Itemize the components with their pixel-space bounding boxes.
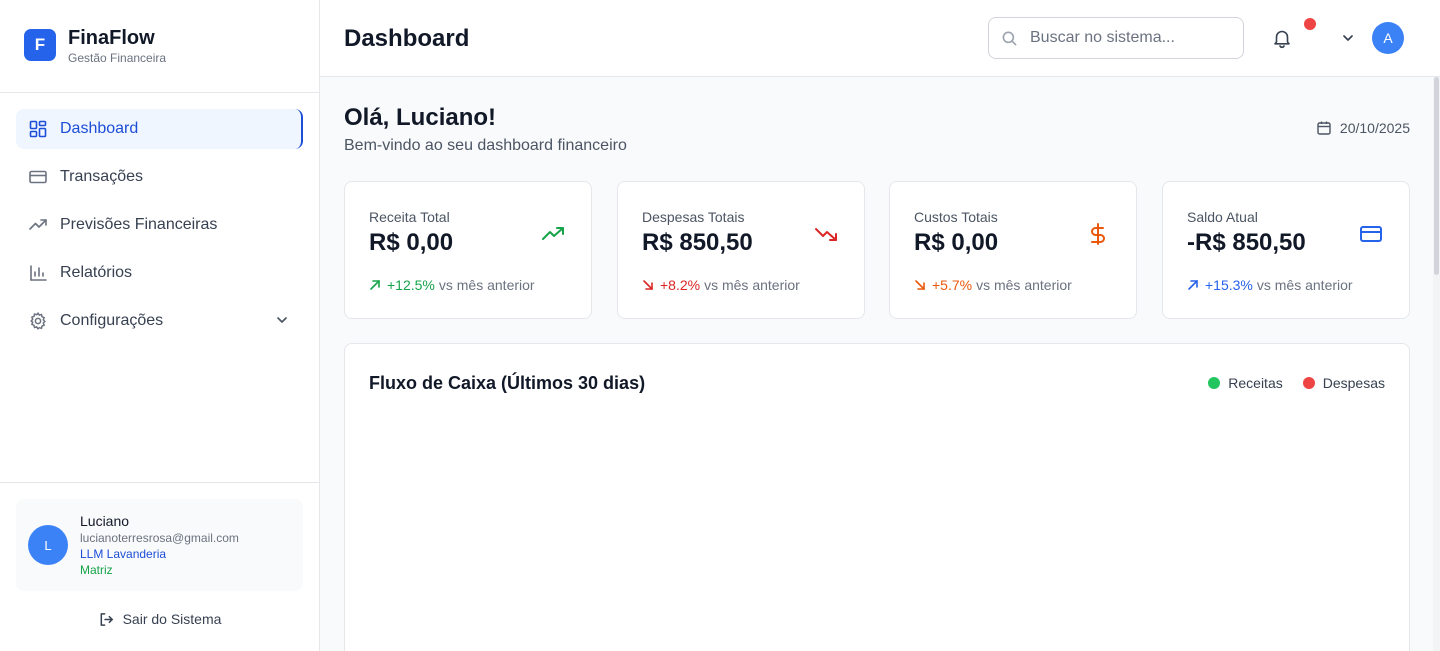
- logout-icon: [100, 612, 113, 626]
- sidebar: F FinaFlow Gestão Financeira Dashboard T…: [0, 0, 320, 651]
- notifications-button[interactable]: [1271, 27, 1293, 49]
- legend-dot: [1208, 377, 1221, 389]
- credit-card-icon: [1359, 222, 1383, 246]
- user-info: Luciano lucianoterresrosa@gmail.com LLM …: [80, 512, 239, 578]
- brand: F FinaFlow Gestão Financeira: [0, 0, 319, 93]
- sidebar-item-label: Previsões Financeiras: [60, 216, 218, 233]
- gear-icon: [28, 311, 48, 331]
- greeting-title: Olá, Luciano!: [344, 104, 497, 131]
- current-date: 20/10/2025: [1316, 120, 1410, 136]
- dollar-icon: [1086, 222, 1110, 246]
- chevron-down-icon: [275, 313, 289, 332]
- chevron-down-icon: [1343, 35, 1353, 41]
- user-branch: Matriz: [80, 563, 113, 577]
- stat-card-saldo: Saldo Atual -R$ 850,50 +15.3% vs mês ant…: [1162, 181, 1410, 319]
- brand-logo: F: [24, 29, 56, 61]
- bar-chart-icon: [28, 263, 48, 283]
- trend-percent: +5.7%: [932, 277, 973, 293]
- trend-suffix: vs mês anterior: [704, 277, 800, 293]
- arrow-up-right-icon: [1188, 280, 1198, 290]
- stat-trend: +12.5% vs mês anterior: [369, 277, 535, 293]
- user-card: L Luciano lucianoterresrosa@gmail.com LL…: [16, 499, 303, 591]
- sidebar-item-relatorios[interactable]: Relatórios: [16, 253, 303, 293]
- legend-label: Despesas: [1322, 375, 1385, 391]
- trend-suffix: vs mês anterior: [976, 277, 1072, 293]
- chart-legend: Receitas Despesas: [1188, 375, 1385, 391]
- dashboard-grid-icon: [28, 119, 48, 139]
- bell-icon: [1274, 30, 1290, 49]
- sidebar-item-label: Transações: [60, 168, 143, 185]
- trend-suffix: vs mês anterior: [438, 277, 535, 293]
- brand-subtitle: Gestão Financeira: [68, 50, 167, 65]
- stat-value: R$ 850,50: [642, 229, 753, 256]
- sidebar-item-label: Dashboard: [60, 120, 139, 137]
- logout-button[interactable]: Sair do Sistema: [16, 609, 303, 629]
- sidebar-item-label: Relatórios: [60, 264, 133, 281]
- main-scrollbar[interactable]: [1433, 77, 1440, 651]
- user-email: lucianoterresrosa@gmail.com: [80, 531, 239, 545]
- sidebar-item-configuracoes[interactable]: Configurações: [16, 301, 303, 341]
- stat-label: Receita Total: [369, 209, 450, 225]
- header: Dashboard A: [320, 0, 1440, 77]
- user-name: Luciano: [80, 513, 130, 529]
- stat-trend: +5.7% vs mês anterior: [914, 277, 1072, 293]
- stat-card-receita: Receita Total R$ 0,00 +12.5% vs mês ante…: [344, 181, 592, 319]
- arrow-down-right-icon: [643, 280, 653, 290]
- stat-card-custos: Custos Totais R$ 0,00 +5.7% vs mês anter…: [889, 181, 1137, 319]
- arrow-down-right-icon: [915, 280, 925, 290]
- legend-dot: [1302, 377, 1315, 389]
- search-input[interactable]: [1030, 29, 1230, 47]
- scrollbar-thumb[interactable]: [1434, 77, 1439, 275]
- cash-flow-chart-card: Fluxo de Caixa (Últimos 30 dias) Receita…: [344, 343, 1410, 651]
- sidebar-item-previsoes[interactable]: Previsões Financeiras: [16, 205, 303, 245]
- legend-item-receitas: Receitas: [1208, 375, 1283, 391]
- credit-card-icon: [28, 167, 48, 187]
- stat-value: R$ 0,00: [369, 229, 454, 256]
- brand-name: FinaFlow: [68, 26, 155, 49]
- avatar[interactable]: A: [1372, 22, 1404, 54]
- greeting-subtitle: Bem-vindo ao seu dashboard financeiro: [344, 137, 627, 154]
- stat-value: R$ 0,00: [914, 229, 999, 256]
- user-menu-toggle[interactable]: [1340, 30, 1356, 51]
- sidebar-item-label: Configurações: [60, 312, 164, 329]
- trending-up-icon: [541, 222, 565, 246]
- trending-down-icon: [814, 222, 838, 246]
- stat-label: Saldo Atual: [1187, 209, 1258, 225]
- trend-percent: +12.5%: [387, 277, 435, 293]
- stat-card-despesas: Despesas Totais R$ 850,50 +8.2% vs mês a…: [617, 181, 865, 319]
- legend-item-despesas: Despesas: [1302, 375, 1385, 391]
- avatar: L: [28, 525, 68, 565]
- search-box[interactable]: [988, 17, 1244, 59]
- stat-value: -R$ 850,50: [1187, 229, 1306, 256]
- stat-trend: +15.3% vs mês anterior: [1187, 277, 1353, 293]
- trend-percent: +8.2%: [660, 277, 701, 293]
- arrow-up-right-icon: [370, 280, 380, 290]
- date-text: 20/10/2025: [1339, 120, 1410, 136]
- trend-percent: +15.3%: [1205, 277, 1253, 293]
- search-icon: [1002, 31, 1017, 45]
- chart-title: Fluxo de Caixa (Últimos 30 dias): [369, 373, 646, 393]
- stat-label: Despesas Totais: [642, 209, 745, 225]
- trending-up-icon: [28, 215, 48, 235]
- sidebar-item-transacoes[interactable]: Transações: [16, 157, 303, 197]
- stat-trend: +8.2% vs mês anterior: [642, 277, 800, 293]
- sidebar-item-dashboard[interactable]: Dashboard: [16, 109, 303, 149]
- stat-label: Custos Totais: [914, 209, 998, 225]
- trend-suffix: vs mês anterior: [1256, 277, 1353, 293]
- notification-badge: [1304, 18, 1316, 30]
- calendar-icon: [1317, 121, 1331, 135]
- brand-text: FinaFlow Gestão Financeira: [68, 27, 166, 66]
- user-section: L Luciano lucianoterresrosa@gmail.com LL…: [0, 482, 319, 651]
- page-title: Dashboard: [344, 25, 470, 52]
- user-company: LLM Lavanderia: [80, 547, 167, 561]
- legend-label: Receitas: [1228, 375, 1283, 391]
- sidebar-nav: Dashboard Transações Previsões Financeir…: [0, 93, 319, 341]
- logout-label: Sair do Sistema: [122, 611, 222, 627]
